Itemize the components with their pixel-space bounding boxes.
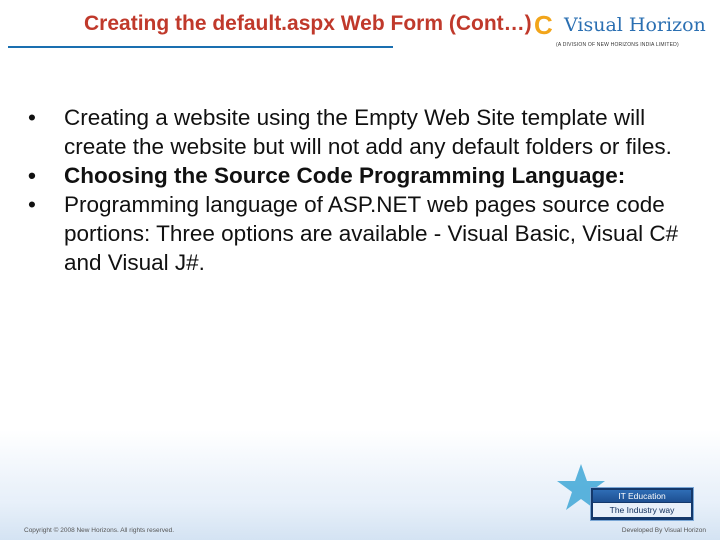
footer-credit: Developed By Visual Horizon <box>621 527 706 534</box>
badge-line1: IT Education <box>593 490 691 502</box>
logo-wordmark: Visual Horizon <box>564 14 706 36</box>
bullet-item: • Creating a website using the Empty Web… <box>28 103 698 161</box>
bullet-text: Choosing the Source Code Programming Lan… <box>64 163 626 188</box>
bullet-text: Creating a website using the Empty Web S… <box>64 105 672 159</box>
it-education-badge: IT Education The Industry way <box>590 487 694 521</box>
slide: Creating the default.aspx Web Form (Cont… <box>0 0 720 540</box>
bullet-item: • Programming language of ASP.NET web pa… <box>28 190 698 277</box>
bullet-list: • Creating a website using the Empty Web… <box>28 103 698 277</box>
logo-tagline: (A DIVISION OF NEW HORIZONS INDIA LIMITE… <box>556 42 679 48</box>
bullet-text: Programming language of ASP.NET web page… <box>64 192 679 275</box>
logo-mark: C <box>534 10 553 40</box>
slide-content: • Creating a website using the Empty Web… <box>28 103 698 277</box>
slide-title: Creating the default.aspx Web Form (Cont… <box>84 12 532 35</box>
bullet-marker: • <box>28 163 36 188</box>
brand-logo: C Visual Horizon (A DIVISION OF NEW HORI… <box>534 8 714 58</box>
title-underline <box>8 46 393 48</box>
footer-copyright: Copyright © 2008 New Horizons. All right… <box>24 527 175 534</box>
bullet-marker: • <box>28 105 36 130</box>
badge-line2: The Industry way <box>593 503 691 517</box>
bullet-marker: • <box>28 192 36 217</box>
bullet-item: • Choosing the Source Code Programming L… <box>28 161 698 190</box>
